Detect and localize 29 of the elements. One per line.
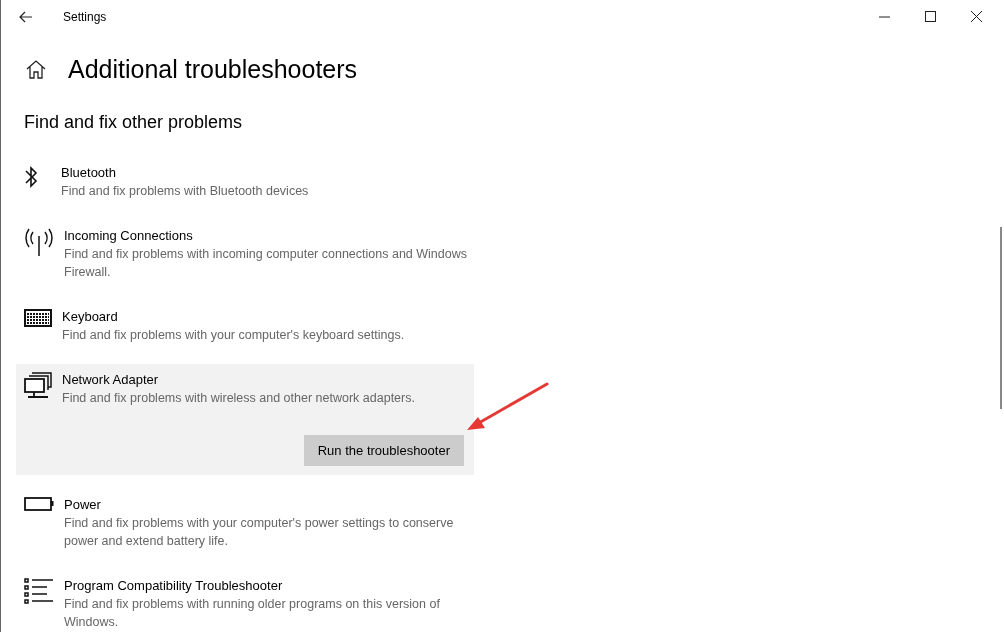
minimize-icon[interactable] (879, 15, 890, 18)
item-title[interactable]: Keyboard (62, 307, 467, 326)
window-title: Settings (63, 9, 107, 24)
item-description: Find and fix problems with your computer's power settings to conserve power and extend battery life. (64, 515, 455, 550)
item-title[interactable]: Bluetooth (61, 163, 466, 182)
item-title[interactable]: Program Compatibility Troubleshooter (64, 576, 469, 595)
antenna-icon (24, 228, 54, 256)
item-description: Find and fix problems with running older programs on this version of Windows. (64, 596, 441, 631)
back-icon[interactable] (19, 10, 33, 23)
item-description: Find and fix problems with incoming computer connections and Windows Firewall. (64, 246, 468, 281)
item-title[interactable]: Incoming Connections (64, 226, 469, 245)
item-description: Find and fix problems with wireless and other network adapters. (62, 390, 416, 407)
item-title[interactable]: Power (64, 495, 469, 514)
page-title: Additional troubleshooters (68, 55, 358, 84)
run-troubleshooter-button[interactable]: Run the troubleshooter (303, 435, 464, 466)
troubleshooter-item[interactable]: Network Adapter Find and fix problems with wireless and other network adapters. Run the troubleshooter (16, 364, 474, 475)
list-icon (24, 578, 54, 606)
item-description: Find and fix problems with your computer's keyboard settings. (62, 327, 406, 344)
item-description: Find and fix problems with Bluetooth devices (61, 183, 310, 200)
bluetooth-icon (24, 165, 38, 189)
item-title: Network Adapter (62, 371, 160, 389)
close-icon[interactable] (971, 11, 982, 22)
keyboard-icon (24, 309, 52, 327)
section-heading: Find and fix other problems (24, 112, 244, 133)
computers-icon (24, 372, 52, 400)
home-icon[interactable] (26, 60, 46, 79)
maximize-icon[interactable] (925, 11, 936, 22)
scrollbar[interactable] (1000, 227, 1002, 409)
battery-icon (24, 497, 54, 511)
